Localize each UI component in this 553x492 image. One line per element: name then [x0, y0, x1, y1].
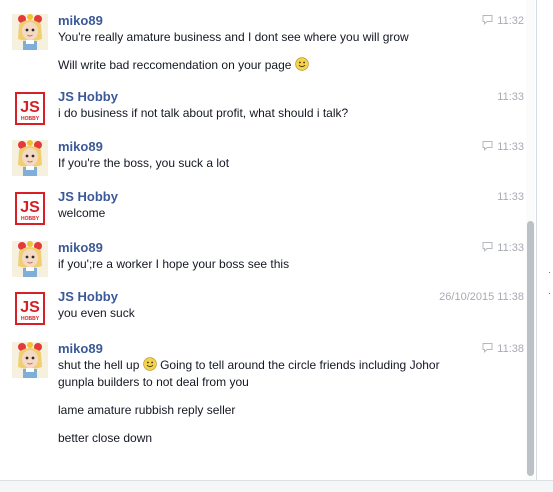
timestamp-text: 11:33	[497, 91, 524, 103]
message-content: miko89 You're really amature business an…	[58, 13, 498, 74]
composer-area[interactable]	[0, 480, 553, 492]
message-content: miko89 shut the hell up Going to tell ar…	[58, 341, 498, 447]
reply-icon[interactable]	[482, 342, 493, 353]
side-panel-fragment	[545, 266, 553, 273]
sender-name[interactable]: miko89	[58, 139, 498, 155]
message-text: lame amature rubbish reply seller	[58, 403, 236, 417]
avatar[interactable]	[12, 14, 48, 50]
sender-name[interactable]: JS Hobby	[58, 289, 498, 305]
timestamp: 11:33	[482, 140, 524, 154]
message-text: if you';re a worker I hope your boss see…	[58, 257, 290, 271]
timestamp: 11:32	[482, 14, 524, 28]
message-text: better close down	[58, 431, 153, 445]
smiley-icon	[143, 357, 157, 371]
sender-name[interactable]: miko89	[58, 13, 498, 29]
timestamp-text: 11:32	[497, 15, 524, 27]
avatar[interactable]	[12, 190, 48, 226]
scrollbar-thumb[interactable]	[527, 221, 534, 476]
timestamp: 11:33	[482, 241, 524, 255]
avatar[interactable]	[12, 342, 48, 378]
message-text: shut the hell up	[58, 358, 140, 372]
timestamp: 11:38	[482, 342, 524, 356]
reply-icon[interactable]	[482, 241, 493, 252]
smiley-icon	[295, 57, 309, 71]
message-content: JS Hobby welcome	[58, 189, 498, 222]
message-text: you even suck	[58, 306, 135, 320]
message-text: welcome	[58, 206, 106, 220]
timestamp-text: 11:33	[497, 191, 524, 203]
timestamp-text: 26/10/2015 11:38	[439, 291, 524, 303]
sender-name[interactable]: miko89	[58, 240, 498, 256]
avatar[interactable]	[12, 140, 48, 176]
message-content: JS Hobby you even suck	[58, 289, 498, 322]
message-text: Going to tell around the circle friends …	[160, 358, 440, 372]
timestamp: 11:33	[497, 90, 524, 104]
message-text: If you're the boss, you suck a lot	[58, 156, 230, 170]
avatar[interactable]	[12, 241, 48, 277]
avatar[interactable]	[12, 290, 48, 326]
avatar[interactable]	[12, 90, 48, 126]
message-text: gunpla builders to not deal from you	[58, 375, 249, 389]
timestamp-text: 11:33	[497, 242, 524, 254]
reply-icon[interactable]	[482, 14, 493, 25]
sender-name[interactable]: JS Hobby	[58, 89, 498, 105]
message-text-line: Will write bad reccomendation on your pa…	[58, 57, 498, 74]
message-content: miko89 If you're the boss, you suck a lo…	[58, 139, 498, 172]
message-text-line: shut the hell up Going to tell around th…	[58, 357, 498, 374]
chat-thread: miko89 You're really amature business an…	[0, 0, 537, 480]
timestamp-text: 11:33	[497, 141, 524, 153]
message-content: JS Hobby i do business if not talk about…	[58, 89, 498, 122]
side-panel-fragment	[545, 287, 553, 294]
reply-icon[interactable]	[482, 140, 493, 151]
message-text: Will write bad reccomendation on your pa…	[58, 58, 292, 72]
timestamp: 26/10/2015 11:38	[439, 290, 524, 304]
timestamp-text: 11:38	[497, 343, 524, 355]
message-text: You're really amature business and I don…	[58, 30, 409, 44]
message-text: i do business if not talk about profit, …	[58, 106, 349, 120]
timestamp: 11:33	[497, 190, 524, 204]
sender-name[interactable]: miko89	[58, 341, 498, 357]
message-content: miko89 if you';re a worker I hope your b…	[58, 240, 498, 273]
side-panel-fragment	[545, 308, 553, 315]
sender-name[interactable]: JS Hobby	[58, 189, 498, 205]
